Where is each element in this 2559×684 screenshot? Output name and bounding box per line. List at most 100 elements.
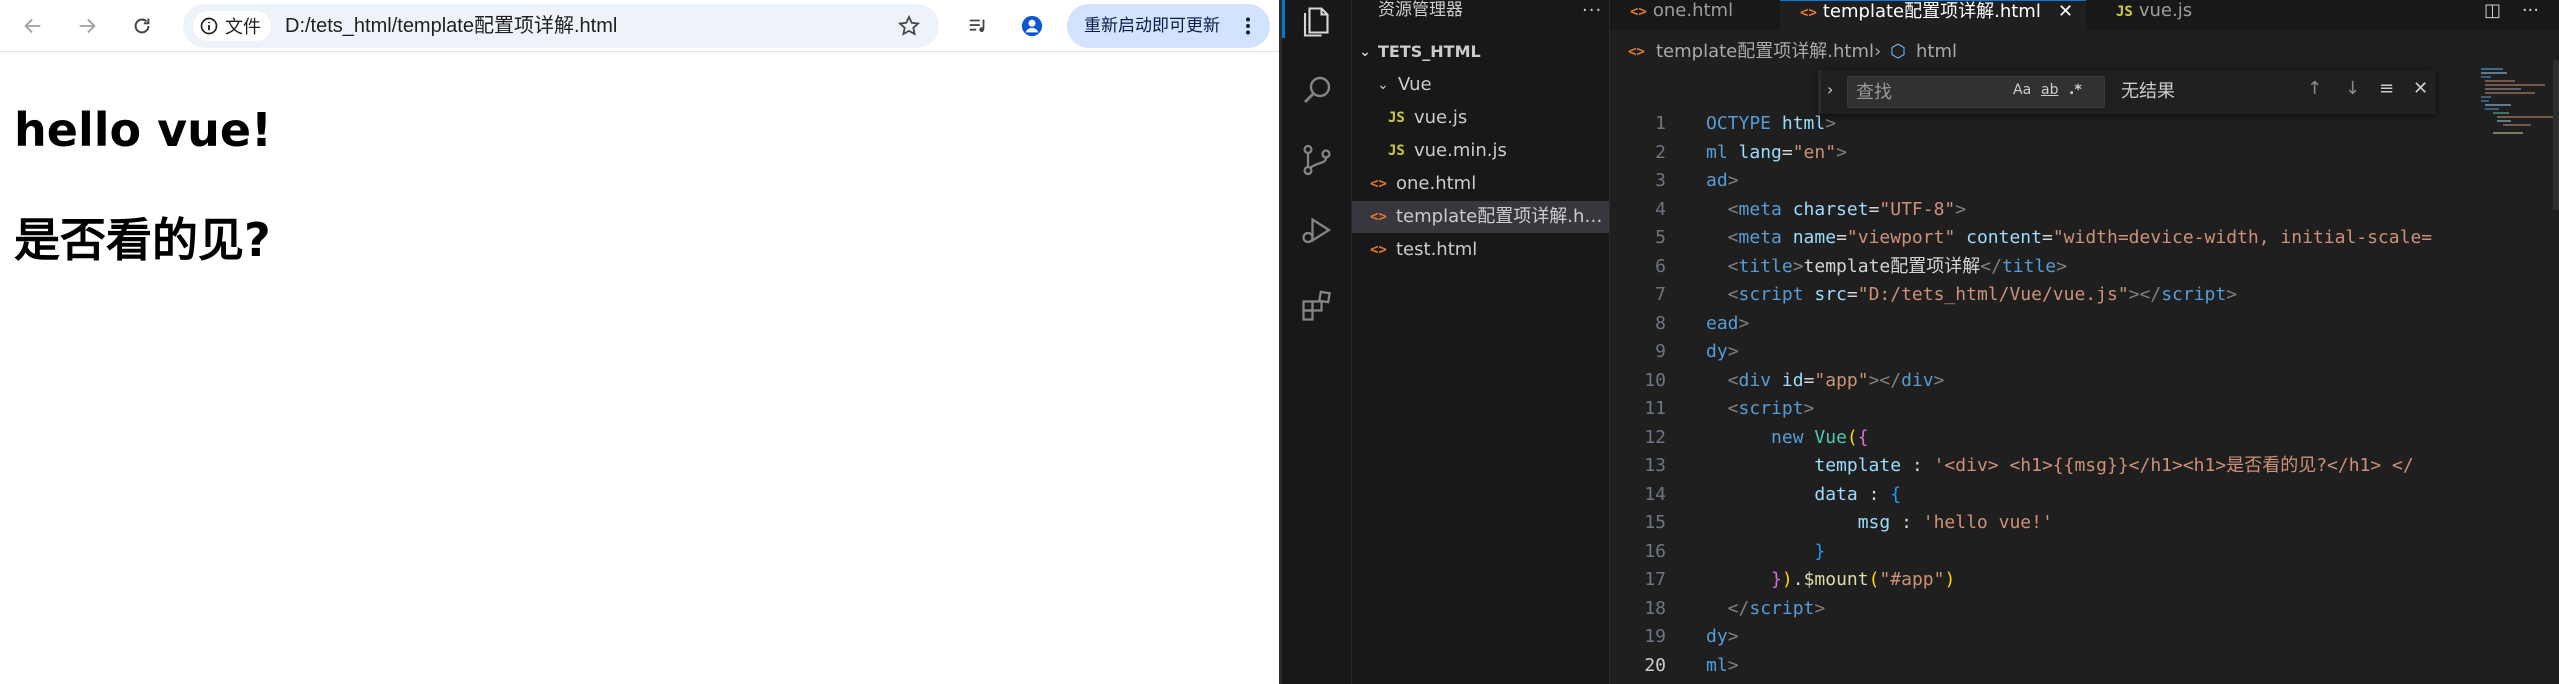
chevron-right-icon[interactable]: › (1827, 80, 1833, 99)
find-input[interactable] (1847, 76, 2105, 108)
code-line[interactable]: 13 template : '<div> <h1>{{msg}}</h1><h1… (1610, 452, 2559, 481)
code-token: script (1749, 597, 1815, 619)
activity-source-control[interactable] (1295, 138, 1339, 182)
code-text: ml> (1706, 652, 1739, 681)
profile-button[interactable] (1016, 10, 1048, 42)
js-file-icon: JS (1388, 143, 1405, 159)
line-number: 10 (1644, 369, 1666, 391)
breadcrumb-symbol[interactable]: html (1916, 36, 1957, 68)
tree-file-one-html[interactable]: <> one.html (1352, 168, 1609, 200)
code-text: ad> (1706, 167, 1739, 196)
code-line[interactable]: 7 <script src="D:/tets_html/Vue/vue.js">… (1610, 281, 2559, 310)
code-line[interactable]: 15 msg : 'hello vue!' (1610, 509, 2559, 538)
code-line[interactable]: 6 <title>template配置项详解</title> (1610, 253, 2559, 282)
tab-one-html[interactable]: <> one.html (1610, 0, 1780, 30)
tree-root-folder[interactable]: ⌄ TETS_HTML (1352, 36, 1609, 68)
code-line[interactable]: 8 ead> (1610, 310, 2559, 339)
line-number: 17 (1644, 569, 1666, 590)
explorer-more-icon[interactable]: ··· (1582, 0, 1602, 21)
address-bar[interactable]: 文件 D:/tets_html/template配置项详解.html (183, 4, 939, 48)
code-line[interactable]: 2 ml lang="en"> (1610, 139, 2559, 168)
minimap[interactable] (2479, 60, 2559, 684)
code-token: </ (1706, 597, 1750, 619)
code-line[interactable]: 12 new Vue({ (1610, 424, 2559, 453)
breadcrumb: <> template配置项详解.html › ⬡ html (1610, 36, 2559, 68)
code-line[interactable]: 20 ml> (1610, 652, 2559, 681)
regex-toggle[interactable]: .* (2069, 82, 2082, 98)
back-button[interactable] (17, 10, 49, 42)
code-line[interactable]: 16 } (1610, 538, 2559, 567)
tab-template-html[interactable]: <> template配置项详解.html ✕ (1780, 0, 2086, 30)
code-token: < (1706, 398, 1739, 419)
activity-explorer[interactable] (1295, 0, 1339, 44)
tree-file-vue-js[interactable]: JS vue.js (1352, 102, 1609, 134)
scrollbar-thumb[interactable] (2553, 60, 2559, 210)
code-token: "width=device-width, initial-scale= (2052, 227, 2433, 248)
code-token: > (1836, 141, 1847, 163)
activity-extensions[interactable] (1295, 284, 1339, 328)
code-text: <div id="app"></div> (1706, 367, 1945, 396)
more-actions-icon[interactable]: ··· (2522, 0, 2539, 21)
arrow-up-icon[interactable]: ↑ (2307, 78, 2322, 99)
activity-run-debug[interactable] (1295, 208, 1339, 252)
code-token: charset (1792, 198, 1869, 220)
url-text[interactable]: D:/tets_html/template配置项详解.html (285, 4, 617, 48)
tree-file-template-html[interactable]: <> template配置项详解.html (1352, 201, 1609, 233)
relaunch-update-button[interactable]: 重新启动即可更新 (1067, 4, 1270, 48)
reload-button[interactable] (126, 10, 158, 42)
code-line[interactable]: 14 data : { (1610, 481, 2559, 510)
breadcrumb-file[interactable]: template配置项详解.html (1656, 36, 1874, 68)
close-icon[interactable]: ✕ (2058, 1, 2073, 23)
code-token: { (1857, 426, 1869, 448)
match-case-toggle[interactable]: Aa (2013, 82, 2031, 98)
tree-file-test-html[interactable]: <> test.html (1352, 234, 1609, 266)
reload-icon (134, 18, 150, 34)
code-line[interactable]: 1 OCTYPE html> (1610, 110, 2559, 139)
forward-button[interactable] (71, 10, 103, 42)
find-in-selection-icon[interactable]: ≡ (2379, 78, 2394, 99)
code-token: script (1738, 398, 1804, 419)
code-token: < (1706, 284, 1739, 305)
code-line[interactable]: 18 </script> (1610, 595, 2559, 624)
line-number: 19 (1644, 626, 1666, 647)
code-token: dy (1706, 626, 1728, 647)
whole-word-toggle[interactable]: ab (2041, 82, 2058, 98)
tab-vue-js[interactable]: JS vue.js (2086, 0, 2256, 30)
code-token: = (2041, 227, 2053, 248)
media-button[interactable] (962, 10, 994, 42)
code-text: dy> (1706, 623, 1739, 652)
tab-label: template配置项详解.html (1822, 1, 2041, 22)
code-token: = (1803, 369, 1815, 391)
tree-file-vue-min-js[interactable]: JS vue.min.js (1352, 135, 1609, 167)
tree-folder-vue[interactable]: ⌄ Vue (1352, 69, 1609, 101)
code-line[interactable]: 3 ad> (1610, 167, 2559, 196)
code-token: new (1771, 426, 1815, 448)
code-editor[interactable]: 1 OCTYPE html> 2 ml lang="en"> 3 ad> 4 <meta c… (1610, 110, 2559, 684)
html-file-icon: <> (1370, 176, 1387, 192)
line-number: 15 (1644, 512, 1666, 533)
site-info-chip[interactable]: 文件 (193, 11, 271, 41)
code-line[interactable]: 19 dy> (1610, 623, 2559, 652)
kebab-menu-icon[interactable] (1238, 16, 1258, 36)
code-text: <script> (1706, 395, 1815, 424)
code-token: $mount (1803, 569, 1869, 590)
code-line[interactable]: 5 <meta name="viewport" content="width=d… (1610, 224, 2559, 253)
split-editor-icon[interactable]: ◫ (2484, 0, 2501, 21)
tree-file-label: template配置项详解.html (1396, 206, 1606, 227)
code-token: < (1706, 198, 1739, 220)
code-line[interactable]: 17 }).$mount("#app") (1610, 566, 2559, 595)
activity-search[interactable] (1295, 68, 1339, 112)
code-line[interactable]: 11 <script> (1610, 395, 2559, 424)
code-line[interactable]: 4 <meta charset="UTF-8"> (1610, 196, 2559, 225)
code-token: ad (1706, 170, 1728, 191)
code-token: > (1955, 198, 1967, 220)
code-line[interactable]: 10 <div id="app"></div> (1610, 367, 2559, 396)
close-icon[interactable]: ✕ (2413, 78, 2428, 99)
star-icon (897, 14, 921, 36)
arrow-down-icon[interactable]: ↓ (2345, 78, 2360, 99)
code-token: > (1825, 113, 1837, 134)
bookmark-button[interactable] (897, 14, 921, 42)
code-line[interactable]: 9 dy> (1610, 338, 2559, 367)
code-token: > (1792, 255, 1804, 277)
code-token: = (1868, 198, 1880, 220)
